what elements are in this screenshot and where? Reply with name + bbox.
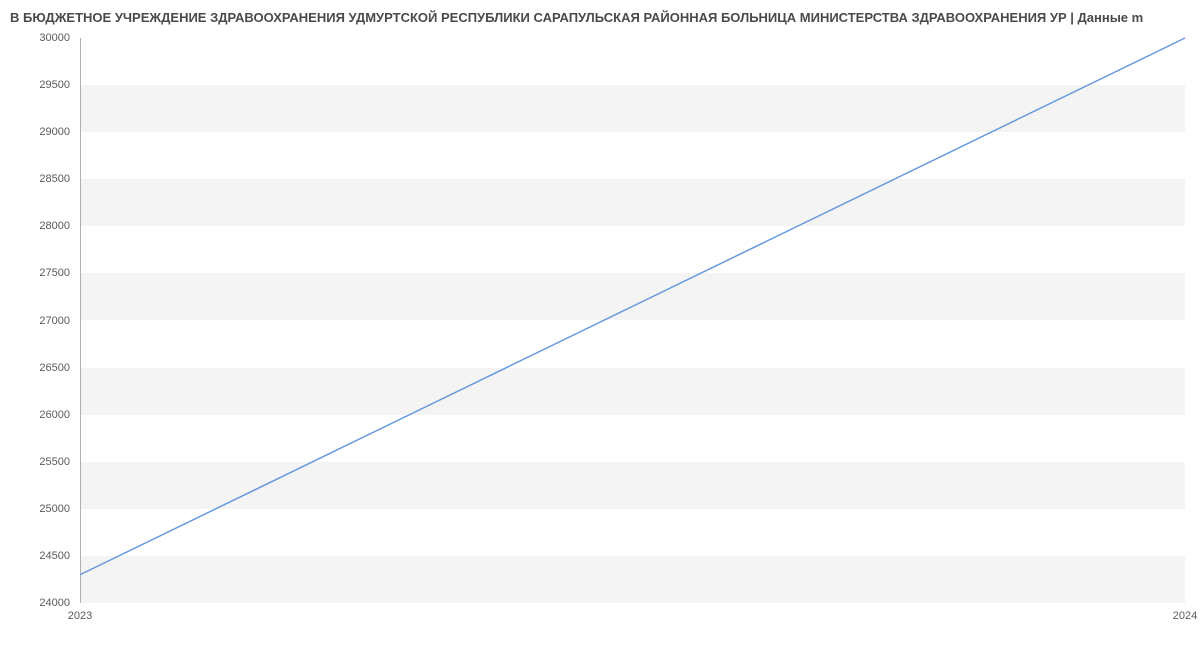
y-tick-label: 27000 bbox=[10, 315, 70, 327]
line-chart: В БЮДЖЕТНОЕ УЧРЕЖДЕНИЕ ЗДРАВООХРАНЕНИЯ У… bbox=[0, 0, 1200, 650]
chart-title: В БЮДЖЕТНОЕ УЧРЕЖДЕНИЕ ЗДРАВООХРАНЕНИЯ У… bbox=[0, 10, 1200, 25]
y-tick-label: 24000 bbox=[10, 597, 70, 609]
y-tick-label: 28500 bbox=[10, 173, 70, 185]
y-tick-label: 28000 bbox=[10, 220, 70, 232]
y-tick-label: 26500 bbox=[10, 362, 70, 374]
y-tick-label: 26000 bbox=[10, 409, 70, 421]
plot-area bbox=[80, 38, 1185, 603]
y-tick-label: 24500 bbox=[10, 550, 70, 562]
data-line bbox=[80, 38, 1185, 603]
y-tick-label: 29000 bbox=[10, 126, 70, 138]
y-tick-label: 25500 bbox=[10, 456, 70, 468]
y-tick-label: 30000 bbox=[10, 32, 70, 44]
x-tick-label: 2023 bbox=[68, 610, 92, 622]
x-tick-label: 2024 bbox=[1173, 610, 1197, 622]
y-tick-label: 29500 bbox=[10, 79, 70, 91]
y-tick-label: 27500 bbox=[10, 267, 70, 279]
y-tick-label: 25000 bbox=[10, 503, 70, 515]
